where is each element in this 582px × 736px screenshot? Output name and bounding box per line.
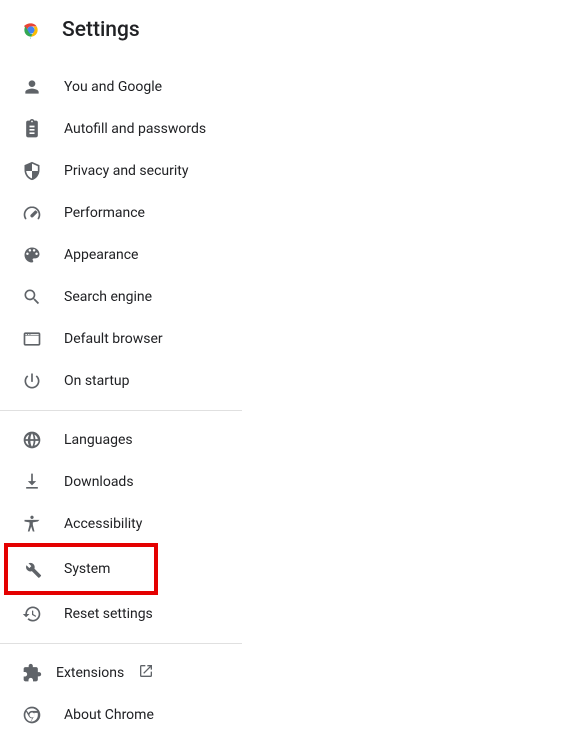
nav-item-autofill[interactable]: Autofill and passwords (0, 108, 582, 150)
nav-item-extensions[interactable]: Extensions (0, 652, 582, 694)
shield-icon (22, 161, 42, 181)
nav-item-label: Appearance (64, 247, 138, 263)
open-in-new-icon (138, 663, 154, 683)
search-icon (22, 287, 42, 307)
nav-item-label: Performance (64, 205, 145, 221)
extension-icon (22, 663, 42, 683)
nav-item-label: Autofill and passwords (64, 121, 206, 137)
globe-icon (22, 430, 42, 450)
nav-item-label: Default browser (64, 331, 163, 347)
person-icon (22, 77, 42, 97)
nav-item-accessibility[interactable]: Accessibility (0, 503, 582, 545)
nav-item-on-startup[interactable]: On startup (0, 360, 582, 402)
nav-item-label: About Chrome (64, 707, 154, 723)
download-icon (22, 472, 42, 492)
nav-item-search-engine[interactable]: Search engine (0, 276, 582, 318)
nav-item-label: Search engine (64, 289, 152, 305)
wrench-icon (22, 559, 42, 579)
power-icon (22, 371, 42, 391)
nav-item-label: You and Google (64, 79, 162, 95)
palette-icon (22, 245, 42, 265)
settings-header: Settings (0, 0, 582, 60)
page-title: Settings (62, 18, 140, 42)
nav-item-label: Reset settings (64, 606, 153, 622)
chrome-outline-icon (22, 705, 42, 725)
nav-item-performance[interactable]: Performance (0, 192, 582, 234)
nav-item-reset-settings[interactable]: Reset settings (0, 593, 582, 635)
settings-nav: You and Google Autofill and passwords Pr… (0, 60, 582, 736)
nav-item-label: Languages (64, 432, 133, 448)
browser-icon (22, 329, 42, 349)
nav-item-label: Accessibility (64, 516, 142, 532)
nav-item-languages[interactable]: Languages (0, 419, 582, 461)
speedometer-icon (22, 203, 42, 223)
divider (0, 643, 242, 644)
nav-item-label: System (64, 561, 110, 577)
nav-item-downloads[interactable]: Downloads (0, 461, 582, 503)
nav-item-label: On startup (64, 373, 130, 389)
chrome-logo-icon (20, 19, 42, 41)
nav-item-default-browser[interactable]: Default browser (0, 318, 582, 360)
restore-icon (22, 604, 42, 624)
clipboard-icon (22, 119, 42, 139)
nav-item-appearance[interactable]: Appearance (0, 234, 582, 276)
nav-item-you-and-google[interactable]: You and Google (0, 66, 582, 108)
nav-item-label: Extensions (56, 665, 124, 681)
nav-item-label: Privacy and security (64, 163, 188, 179)
nav-item-label: Downloads (64, 474, 134, 490)
divider (0, 410, 242, 411)
nav-item-system[interactable]: System (6, 545, 156, 593)
nav-item-privacy[interactable]: Privacy and security (0, 150, 582, 192)
nav-item-about-chrome[interactable]: About Chrome (0, 694, 582, 736)
accessibility-icon (22, 514, 42, 534)
nav-item-label-wrap: Extensions (56, 663, 154, 683)
